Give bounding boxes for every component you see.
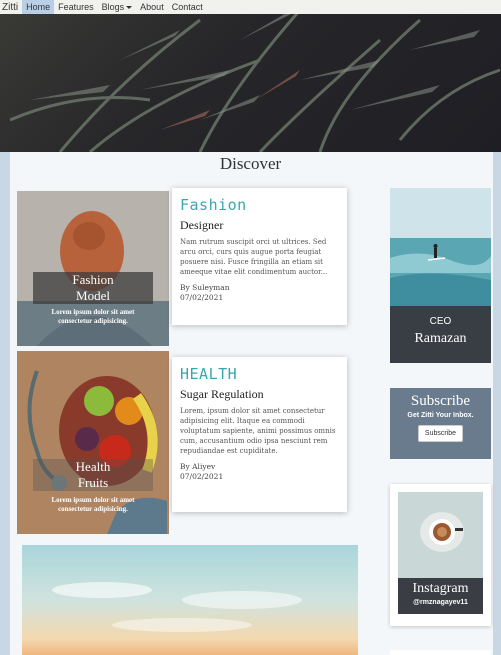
fashion-image-title-line1: Fashion [72,272,114,287]
post-body: Nam rutrum suscipit orci ut ultrices. Se… [180,238,328,276]
nav-blogs-label: Blogs [101,2,125,12]
brand-logo[interactable]: Zitti [0,2,22,13]
fashion-image-title: Fashion Model [33,272,153,304]
health-caption-line2: consectetur adipisicing. [58,505,128,513]
instagram-handle[interactable]: @rmznagayev11 [398,599,483,606]
fashion-image-caption: Lorem ipsum dolor sit amet consectetur a… [17,308,169,326]
fashion-caption-line2: consectetur adipisicing. [58,317,128,325]
instagram-photo: Instagram @rmznagayev11 [398,492,483,614]
nav-about[interactable]: About [136,0,168,14]
post-body: Lorem, ipsum dolor sit amet consectetur … [180,407,336,455]
instagram-label: Instagram @rmznagayev11 [398,578,483,614]
ceo-label: CEO Ramazan [390,306,491,363]
next-card-edge [390,650,491,655]
nav-blogs[interactable]: Blogs [98,0,137,14]
post-category[interactable]: HEALTH [180,365,339,383]
fashion-image-title-line2: Model [76,288,110,303]
fashion-caption-line1: Lorem ipsum dolor sit amet [51,308,135,316]
section-title: Discover [219,154,282,173]
health-caption-line1: Lorem ipsum dolor sit amet [51,496,135,504]
subscribe-button[interactable]: Subscribe [417,425,464,442]
hero-banner [0,0,501,152]
post-subtitle: Designer [180,218,224,232]
ceo-card[interactable]: CEO Ramazan [390,188,491,363]
fashion-image-card[interactable]: Fashion Model Lorem ipsum dolor sit amet… [17,191,169,346]
surfer-photo [390,188,491,306]
coffee-cup-photo [398,492,483,578]
post-date: 07/02/2021 [180,472,224,481]
nav-features[interactable]: Features [54,0,98,14]
sunset-image [22,545,358,655]
instagram-card[interactable]: Instagram @rmznagayev11 [390,484,491,626]
top-navbar: Zitti Home Features Blogs About Contact [0,0,501,14]
subscribe-card: Subscribe Get Zitti Your Inbox. Subscrib… [390,388,491,459]
post-meta: By Aliyev 07/02/2021 [180,462,339,482]
subscribe-title: Subscribe [410,393,471,409]
post-date: 07/02/2021 [180,293,224,302]
ceo-name: Ramazan [414,331,467,346]
ceo-title: CEO [429,316,452,327]
sunset-sky-photo [22,545,358,655]
health-image-card[interactable]: Health Fruits Lorem ipsum dolor sit amet… [17,351,169,534]
health-post-card[interactable]: HEALTH Sugar Regulation Lorem, ipsum dol… [172,357,347,512]
nav-home[interactable]: Home [22,0,55,14]
health-image-title: Health Fruits [33,459,153,491]
instagram-title: Instagram [412,581,469,596]
post-subtitle: Sugar Regulation [180,387,264,401]
post-author: By Aliyev [180,462,216,471]
hero-leaves-image [9,5,501,152]
chevron-down-icon [126,6,133,10]
fashion-post-card[interactable]: Fashion Designer Nam rutrum suscipit orc… [172,188,347,325]
subscribe-text: Get Zitti Your Inbox. [407,412,474,419]
health-image-title-line1: Health [75,459,111,474]
post-category[interactable]: Fashion [180,196,339,214]
health-image-title-line2: Fruits [77,475,109,490]
post-meta: By Suleyman 07/02/2021 [180,283,339,303]
nav-contact[interactable]: Contact [168,0,207,14]
health-image-caption: Lorem ipsum dolor sit amet consectetur a… [17,496,169,514]
post-author: By Suleyman [180,283,230,292]
